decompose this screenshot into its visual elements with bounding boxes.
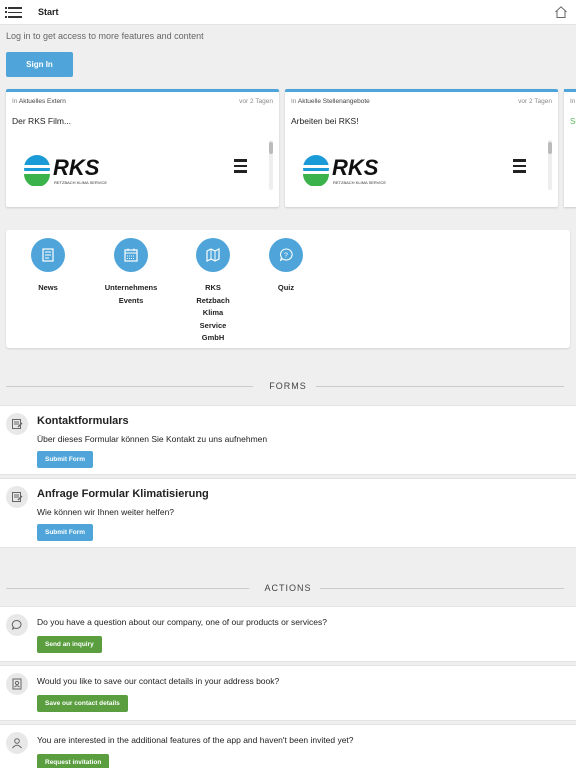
jobs-card[interactable]: In Aktuelle Stellenangebote vor 2 Tagen … — [285, 89, 558, 207]
card-time: vor 2 Tagen — [239, 98, 273, 105]
top-bar: Start — [0, 0, 576, 25]
action-item: You are interested in the additional fea… — [0, 724, 576, 768]
section-divider — [320, 588, 564, 589]
map-icon — [196, 238, 230, 272]
shortcut-label: News — [38, 283, 58, 292]
sign-in-button[interactable]: Sign In — [6, 52, 73, 77]
page-title: Start — [38, 7, 59, 17]
rks-logo: RKS RETZBACH KLIMA SERVICE — [24, 155, 107, 186]
shortcut-quiz[interactable]: ? Quiz — [256, 238, 316, 295]
form-title: Kontaktformulars — [37, 415, 129, 427]
card-menu-icon — [513, 159, 526, 173]
svg-text:RETZBACH KLIMA SERVICE: RETZBACH KLIMA SERVICE — [333, 180, 386, 185]
home-icon[interactable] — [554, 5, 568, 19]
form-description: Über dieses Formular können Sie Kontakt … — [37, 434, 268, 444]
action-description: Would you like to save our contact detai… — [37, 676, 280, 686]
section-divider — [316, 386, 564, 387]
submit-form-button[interactable]: Submit Form — [37, 524, 94, 541]
card-scrollbar[interactable] — [548, 140, 552, 190]
newspaper-icon — [31, 238, 65, 272]
form-item: Kontaktformulars Über dieses Formular kö… — [0, 405, 576, 475]
user-icon — [6, 732, 28, 754]
card-category: In Aktuelle Stellenangebote — [291, 98, 370, 105]
card-title: Der RKS Film... — [12, 116, 72, 126]
action-item: Would you like to save our contact detai… — [0, 665, 576, 721]
submit-form-button[interactable]: Submit Form — [37, 451, 94, 468]
svg-text:RKS: RKS — [53, 155, 100, 180]
login-prompt: Log in to get access to more features an… — [6, 31, 204, 41]
shortcut-company-map[interactable]: RKS Retzbach Klima Service GmbH — [183, 238, 243, 345]
shortcut-news[interactable]: News — [18, 238, 78, 295]
card-time: vor 2 Tagen — [518, 98, 552, 105]
address-book-icon — [6, 673, 28, 695]
chat-icon — [6, 614, 28, 636]
menu-icon[interactable] — [5, 6, 22, 18]
shortcuts-panel: News Unternehmens Events RKS Retzbach Kl… — [6, 230, 570, 348]
form-description: Wie können wir Ihnen weiter helfen? — [37, 507, 175, 517]
shortcut-events[interactable]: Unternehmens Events — [101, 238, 161, 307]
card-title: Arbeiten bei RKS! — [291, 116, 359, 126]
form-item: Anfrage Formular Klimatisierung Wie könn… — [0, 478, 576, 548]
action-description: You are interested in the additional fea… — [37, 735, 354, 745]
card-category: In Aktuelles Extern — [12, 98, 66, 105]
news-card[interactable]: In Aktuelles Extern vor 2 Tagen Der RKS … — [6, 89, 279, 207]
shortcut-label: Unternehmens Events — [104, 283, 158, 305]
card-teaser: Se — [570, 117, 576, 126]
card-scrollbar[interactable] — [269, 140, 273, 190]
action-item: Do you have a question about our company… — [0, 606, 576, 662]
form-icon — [6, 486, 28, 508]
rks-logo: RKS RETZBACH KLIMA SERVICE — [303, 155, 386, 186]
card-menu-icon — [234, 159, 247, 173]
form-icon — [6, 413, 28, 435]
shortcut-label: RKS Retzbach Klima Service GmbH — [196, 283, 230, 342]
form-title: Anfrage Formular Klimatisierung — [37, 488, 209, 500]
quiz-icon: ? — [269, 238, 303, 272]
action-description: Do you have a question about our company… — [37, 617, 327, 627]
send-inquiry-button[interactable]: Send an inquiry — [37, 636, 102, 653]
card-category: In — [570, 98, 576, 105]
svg-text:?: ? — [284, 253, 288, 260]
partial-card[interactable]: In Se — [564, 89, 576, 207]
svg-text:RKS: RKS — [332, 155, 379, 180]
request-invitation-button[interactable]: Request invitation — [37, 754, 110, 768]
shortcut-label: Quiz — [277, 283, 295, 292]
calendar-icon — [114, 238, 148, 272]
svg-text:RETZBACH KLIMA SERVICE: RETZBACH KLIMA SERVICE — [54, 180, 107, 185]
save-contact-button[interactable]: Save our contact details — [37, 695, 128, 712]
